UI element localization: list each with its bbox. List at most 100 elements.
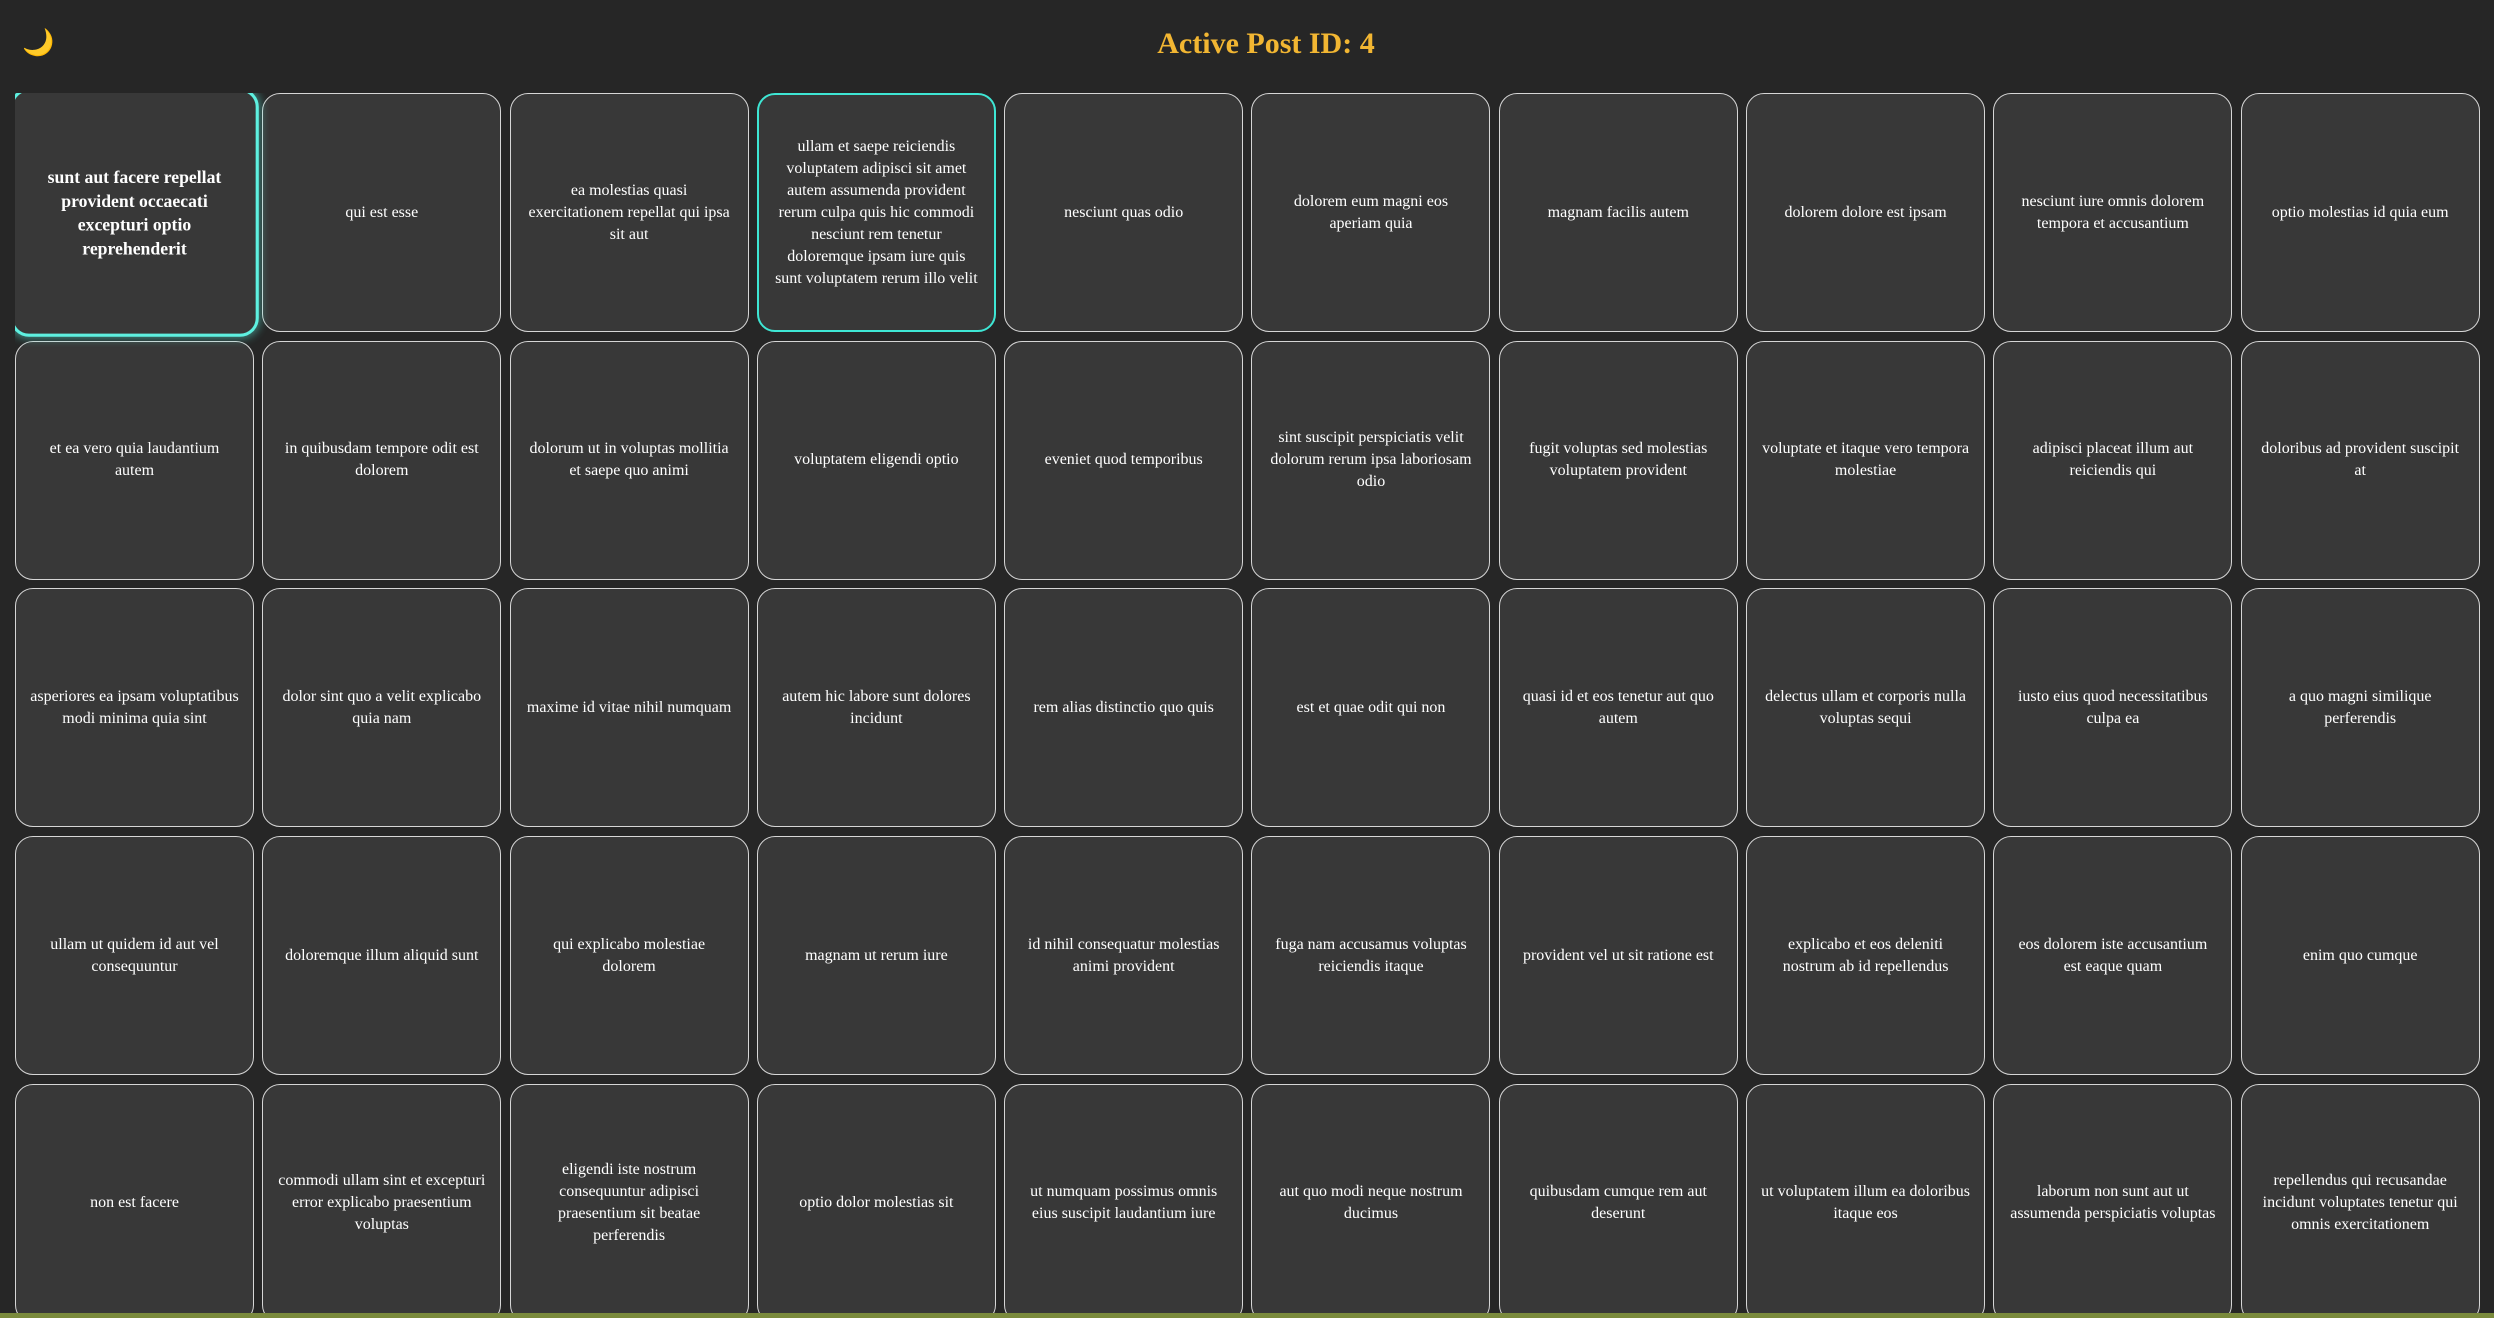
post-card-title: in quibusdam tempore odit est dolorem [284, 440, 479, 480]
post-card-title: ut numquam possimus omnis eius suscipit … [1030, 1183, 1218, 1223]
post-card-title: magnam ut rerum iure [805, 946, 948, 964]
post-card-title: ut voluptatem illum ea doloribus itaque … [1761, 1183, 1970, 1223]
post-card[interactable]: sint suscipit perspiciatis velit dolorum… [1251, 340, 1491, 580]
post-card[interactable]: eos dolorem iste accusantium est eaque q… [1993, 836, 2233, 1076]
header: 🌙 Active Post ID: 4 [0, 0, 2494, 90]
post-card[interactable]: provident vel ut sit ratione est [1498, 836, 1738, 1076]
post-card-title: non est facere [90, 1194, 179, 1212]
post-card-title: eos dolorem iste accusantium est eaque q… [2018, 935, 2208, 975]
post-card-title: laborum non sunt aut ut assumenda perspi… [2010, 1183, 2216, 1223]
post-card-title: et ea vero quia laudantium autem [49, 440, 220, 480]
post-card-title: sunt aut facere repellat provident occae… [47, 166, 222, 259]
post-card[interactable]: fuga nam accusamus voluptas reiciendis i… [1251, 836, 1491, 1076]
post-card-title: quibusdam cumque rem aut deserunt [1529, 1183, 1707, 1223]
post-card[interactable]: dolorem dolore est ipsam [1746, 93, 1986, 332]
post-card-title: iusto eius quod necessitatibus culpa ea [2017, 687, 2208, 727]
post-card-title: dolorem eum magni eos aperiam quia [1293, 192, 1449, 232]
post-card[interactable]: ullam et saepe reiciendis voluptatem adi… [756, 93, 996, 332]
post-card[interactable]: ea molestias quasi exercitationem repell… [509, 93, 749, 332]
post-card[interactable]: optio dolor molestias sit [756, 1083, 996, 1318]
post-card-title: fuga nam accusamus voluptas reiciendis i… [1275, 935, 1467, 975]
post-card-title: adipisci placeat illum aut reiciendis qu… [2032, 440, 2194, 480]
post-card[interactable]: nesciunt quas odio [1004, 93, 1244, 332]
post-card[interactable]: magnam facilis autem [1498, 93, 1738, 332]
post-card-title: ullam ut quidem id aut vel consequuntur [50, 935, 219, 975]
post-card-title: optio molestias id quia eum [2271, 203, 2449, 221]
bottom-scroll-indicator [0, 1313, 2494, 1318]
post-card-title: voluptatem eligendi optio [794, 451, 959, 469]
post-card[interactable]: enim quo cumque [2240, 836, 2480, 1076]
post-card[interactable]: dolorem eum magni eos aperiam quia [1251, 93, 1491, 332]
post-card[interactable]: eveniet quod temporibus [1004, 340, 1244, 580]
post-card[interactable]: voluptate et itaque vero tempora molesti… [1746, 340, 1986, 580]
post-card-title: eligendi iste nostrum consequuntur adipi… [558, 1161, 701, 1245]
post-card[interactable]: dolorum ut in voluptas mollitia et saepe… [509, 340, 749, 580]
post-card[interactable]: nesciunt iure omnis dolorem tempora et a… [1993, 93, 2233, 332]
post-card[interactable]: in quibusdam tempore odit est dolorem [262, 340, 502, 580]
post-card[interactable]: rem alias distinctio quo quis [1004, 588, 1244, 828]
post-card-title: magnam facilis autem [1547, 203, 1689, 221]
post-card-title: asperiores ea ipsam voluptatibus modi mi… [30, 687, 239, 727]
post-card-title: maxime id vitae nihil numquam [526, 698, 732, 716]
post-card-title: est et quae odit qui non [1296, 698, 1446, 716]
post-card[interactable]: voluptatem eligendi optio [756, 340, 996, 580]
post-card-title: repellendus qui recusandae incidunt volu… [2262, 1172, 2458, 1234]
post-card-title: enim quo cumque [2302, 946, 2418, 964]
post-card-title: a quo magni similique perferendis [2288, 687, 2432, 727]
post-card[interactable]: quasi id et eos tenetur aut quo autem [1498, 588, 1738, 828]
post-card-title: doloribus ad provident suscipit at [2261, 440, 2460, 480]
post-card[interactable]: iusto eius quod necessitatibus culpa ea [1993, 588, 2233, 828]
post-card-title: rem alias distinctio quo quis [1033, 698, 1214, 716]
post-card[interactable]: repellendus qui recusandae incidunt volu… [2240, 1083, 2480, 1318]
post-card-title: optio dolor molestias sit [799, 1194, 954, 1212]
post-card-title: dolor sint quo a velit explicabo quia na… [282, 687, 482, 727]
post-card-title: quasi id et eos tenetur aut quo autem [1522, 687, 1714, 727]
post-card[interactable]: qui explicabo molestiae dolorem [509, 836, 749, 1076]
post-grid: sunt aut facere repellat provident occae… [15, 93, 2481, 1318]
post-card[interactable]: eligendi iste nostrum consequuntur adipi… [509, 1083, 749, 1318]
post-card[interactable]: commodi ullam sint et excepturi error ex… [262, 1083, 502, 1318]
post-card[interactable]: aut quo modi neque nostrum ducimus [1251, 1083, 1491, 1318]
post-card[interactable]: asperiores ea ipsam voluptatibus modi mi… [15, 588, 254, 828]
post-card[interactable]: magnam ut rerum iure [756, 836, 996, 1076]
post-card[interactable]: ut numquam possimus omnis eius suscipit … [1004, 1083, 1244, 1318]
post-card[interactable]: explicabo et eos deleniti nostrum ab id … [1746, 836, 1986, 1076]
post-card[interactable]: qui est esse [262, 93, 502, 332]
post-card[interactable]: doloremque illum aliquid sunt [262, 836, 502, 1076]
post-card-title: eveniet quod temporibus [1044, 451, 1203, 469]
post-card[interactable]: optio molestias id quia eum [2240, 93, 2480, 332]
post-card[interactable]: delectus ullam et corporis nulla volupta… [1746, 588, 1986, 828]
post-card[interactable]: sunt aut facere repellat provident occae… [15, 93, 259, 337]
post-card[interactable]: maxime id vitae nihil numquam [509, 588, 749, 828]
post-card-title: commodi ullam sint et excepturi error ex… [278, 1172, 486, 1234]
post-card-title: voluptate et itaque vero tempora molesti… [1762, 440, 1970, 480]
post-card[interactable]: ullam ut quidem id aut vel consequuntur [15, 836, 254, 1076]
post-card-title: dolorum ut in voluptas mollitia et saepe… [529, 440, 729, 480]
post-card-title: explicabo et eos deleniti nostrum ab id … [1782, 935, 1949, 975]
post-card[interactable]: ut voluptatem illum ea doloribus itaque … [1746, 1083, 1986, 1318]
post-card[interactable]: est et quae odit qui non [1251, 588, 1491, 828]
page-title: Active Post ID: 4 [1157, 27, 1375, 60]
post-card[interactable]: non est facere [15, 1083, 254, 1318]
post-card-title: sint suscipit perspiciatis velit dolorum… [1270, 429, 1472, 491]
post-card[interactable]: id nihil consequatur molestias animi pro… [1004, 836, 1244, 1076]
post-card-title: ullam et saepe reiciendis voluptatem adi… [775, 137, 978, 287]
post-card-title: nesciunt quas odio [1064, 203, 1184, 221]
post-card-title: autem hic labore sunt dolores incidunt [782, 687, 971, 727]
post-card[interactable]: adipisci placeat illum aut reiciendis qu… [1993, 340, 2233, 580]
post-card-title: qui est esse [345, 203, 419, 221]
post-card[interactable]: autem hic labore sunt dolores incidunt [756, 588, 996, 828]
post-card-title: nesciunt iure omnis dolorem tempora et a… [2021, 192, 2205, 232]
post-card[interactable]: laborum non sunt aut ut assumenda perspi… [1993, 1083, 2233, 1318]
post-card[interactable]: quibusdam cumque rem aut deserunt [1498, 1083, 1738, 1318]
post-card-title: fugit voluptas sed molestias voluptatem … [1529, 440, 1708, 480]
post-card[interactable]: fugit voluptas sed molestias voluptatem … [1498, 340, 1738, 580]
post-card-title: aut quo modi neque nostrum ducimus [1279, 1183, 1463, 1223]
post-card-title: id nihil consequatur molestias animi pro… [1027, 935, 1220, 975]
post-card[interactable]: et ea vero quia laudantium autem [15, 340, 254, 580]
post-card[interactable]: a quo magni similique perferendis [2240, 588, 2480, 828]
post-card-title: delectus ullam et corporis nulla volupta… [1765, 687, 1966, 727]
post-card-title: doloremque illum aliquid sunt [285, 946, 479, 964]
post-card[interactable]: dolor sint quo a velit explicabo quia na… [262, 588, 502, 828]
post-card[interactable]: doloribus ad provident suscipit at [2240, 340, 2480, 580]
